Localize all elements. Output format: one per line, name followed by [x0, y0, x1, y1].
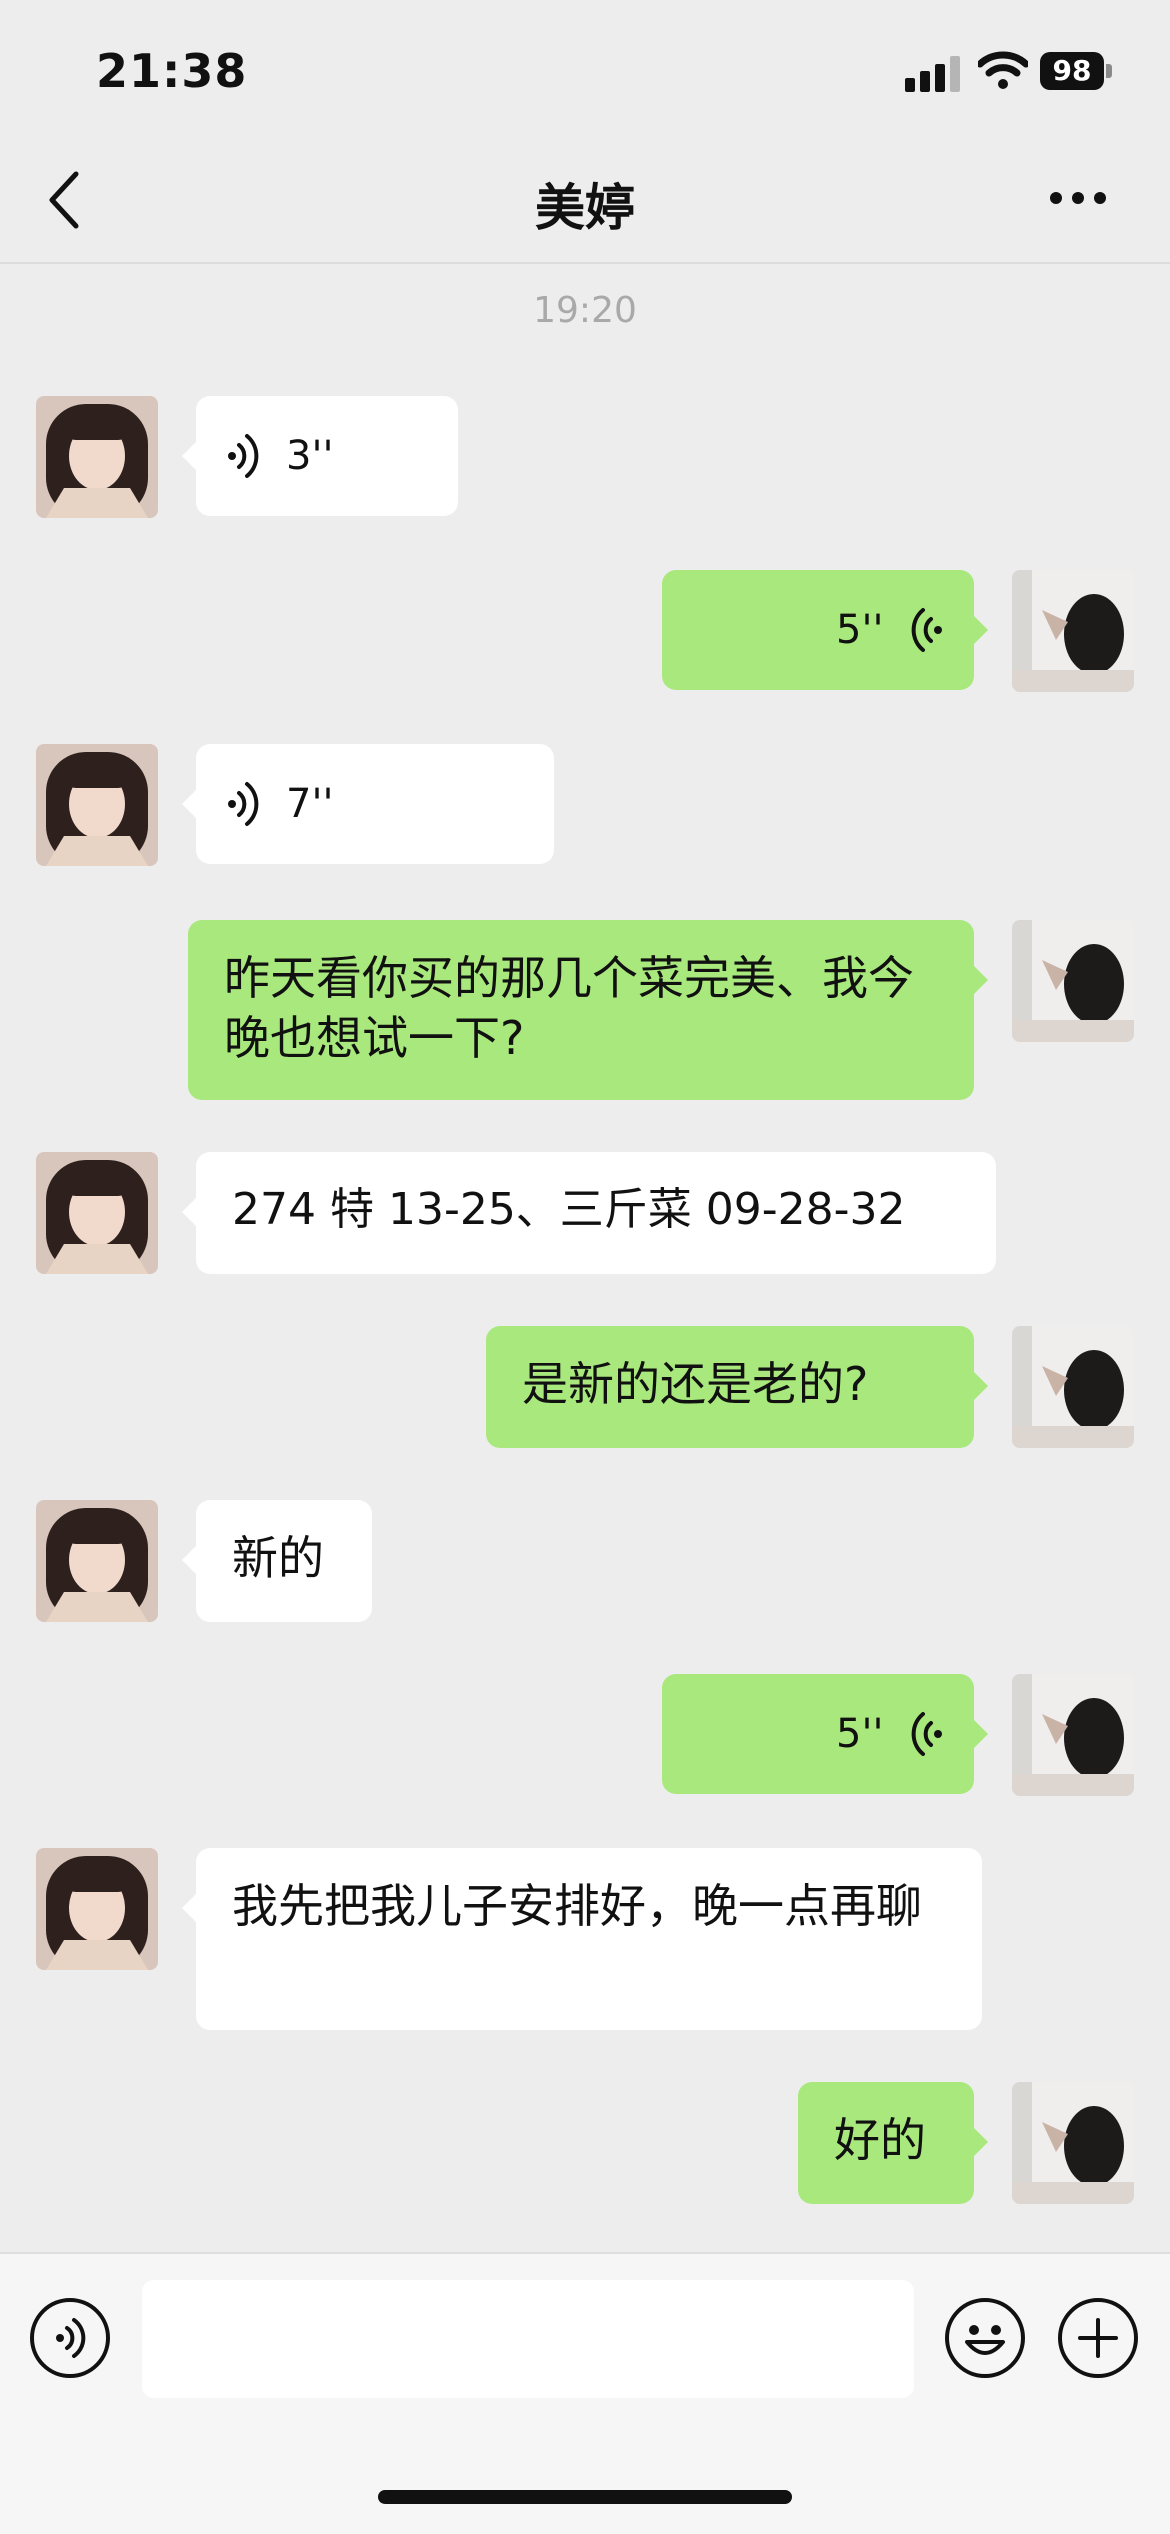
emoji-icon[interactable]	[945, 2298, 1025, 2378]
voice-wave-icon	[911, 1712, 942, 1756]
contact-avatar[interactable]	[36, 744, 158, 866]
home-indicator[interactable]	[378, 2490, 792, 2504]
voice-message-bubble[interactable]: 5''	[662, 570, 988, 690]
voice-wave-icon	[228, 782, 259, 826]
my-avatar[interactable]	[1012, 920, 1134, 1042]
text-message-bubble[interactable]: 好的	[798, 2082, 988, 2204]
voice-duration: 5''	[836, 607, 884, 653]
contact-avatar[interactable]	[36, 1500, 158, 1622]
my-avatar[interactable]	[1012, 1674, 1134, 1796]
message-text: 274 特 13-25、三斤菜 09-28-32	[232, 1184, 906, 1235]
text-message-bubble[interactable]: 是新的还是老的?	[486, 1326, 988, 1448]
message-text: 昨天看你买的那几个菜完美、我今晚也想试一下?	[224, 951, 914, 1065]
status-time: 21:38	[96, 44, 248, 98]
text-message-bubble[interactable]: 昨天看你买的那几个菜完美、我今晚也想试一下?	[188, 920, 988, 1100]
cellular-signal-icon	[905, 56, 960, 92]
chat-title: 美婷	[535, 179, 635, 237]
chat-header: 美婷	[0, 140, 1170, 264]
message-text: 我先把我儿子安排好，晚一点再聊	[232, 1879, 922, 1933]
wifi-icon	[978, 51, 1028, 89]
voice-message-bubble[interactable]: 3''	[182, 396, 458, 516]
voice-wave-icon	[911, 608, 942, 652]
message-text: 新的	[232, 1531, 324, 1585]
plus-icon[interactable]	[1058, 2298, 1138, 2378]
battery-icon: 98	[1040, 52, 1112, 90]
contact-avatar[interactable]	[36, 1152, 158, 1274]
status-bar: 21:38 98	[0, 0, 1170, 140]
voice-message-bubble[interactable]: 7''	[182, 744, 554, 864]
my-avatar[interactable]	[1012, 570, 1134, 692]
text-message-bubble[interactable]: 274 特 13-25、三斤菜 09-28-32	[182, 1152, 996, 1274]
text-message-bubble[interactable]: 新的	[182, 1500, 372, 1622]
message-input[interactable]	[142, 2280, 914, 2398]
message-text: 是新的还是老的?	[522, 1357, 869, 1411]
voice-wave-icon	[228, 434, 259, 478]
voice-duration: 3''	[286, 433, 334, 479]
my-avatar[interactable]	[1012, 1326, 1134, 1448]
contact-avatar[interactable]	[36, 1848, 158, 1970]
message-timestamp: 19:20	[533, 290, 637, 331]
message-text: 好的	[834, 2113, 926, 2167]
contact-avatar[interactable]	[36, 396, 158, 518]
voice-message-bubble[interactable]: 5''	[662, 1674, 988, 1794]
my-avatar[interactable]	[1012, 2082, 1134, 2204]
voice-duration: 5''	[836, 1711, 884, 1757]
text-message-bubble[interactable]: 我先把我儿子安排好，晚一点再聊	[182, 1848, 982, 2030]
voice-duration: 7''	[286, 781, 334, 827]
more-dots-icon[interactable]	[1050, 192, 1110, 206]
voice-mode-icon[interactable]	[30, 2298, 110, 2378]
battery-level: 98	[1040, 52, 1104, 90]
